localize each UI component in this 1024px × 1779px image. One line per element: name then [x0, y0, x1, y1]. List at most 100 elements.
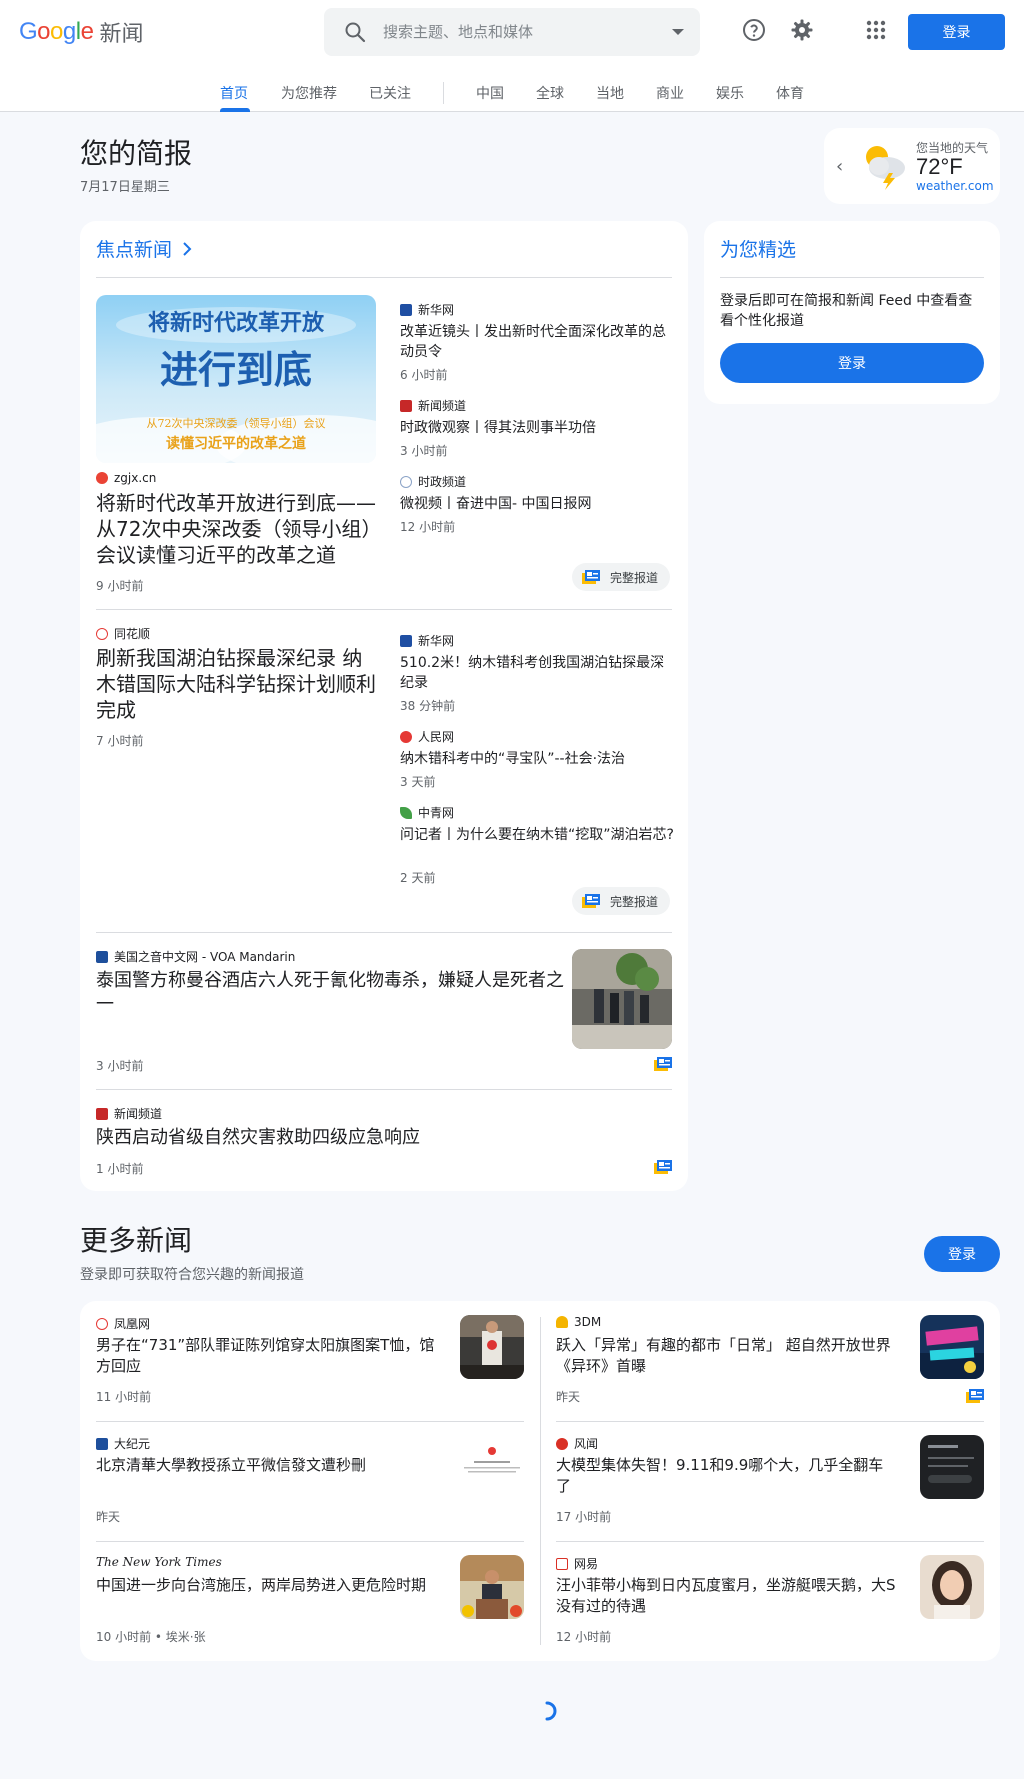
image-text-line-1: 将新时代改革开放	[147, 310, 324, 336]
article-headline[interactable]: 男子在“731”部队罪证陈列馆穿太阳旗图案T恤，馆方回应	[96, 1335, 436, 1377]
divider	[556, 1541, 984, 1542]
image-text-line-4: 读懂习近平的改革之道	[166, 436, 306, 452]
article-headline[interactable]: 跃入「异常」有趣的都市「日常」 超自然开放世界《异环》首曝	[556, 1335, 896, 1377]
zgjx-logo-icon	[96, 472, 108, 484]
tab-local[interactable]: 当地	[596, 83, 624, 103]
weather-source-link[interactable]: weather.com	[916, 179, 994, 193]
article-source[interactable]: 凤凰网	[96, 1315, 150, 1332]
article-headline[interactable]: 510.2米！纳木错科考创我国湖泊钻探最深纪录	[400, 653, 674, 693]
tab-world[interactable]: 全球	[536, 83, 564, 103]
search-input[interactable]	[383, 23, 643, 41]
article-source[interactable]: 大纪元	[96, 1435, 150, 1452]
article-source[interactable]: 人民网	[400, 728, 454, 745]
article-time: 3 小时前	[96, 1059, 144, 1073]
article-headline[interactable]: 将新时代改革开放进行到底——从72次中央深改委（领导小组）会议读懂习近平的改革之…	[96, 490, 378, 568]
full-coverage-icon[interactable]	[654, 1057, 672, 1071]
article-headline[interactable]: 问记者丨为什么要在纳木错“挖取”湖泊岩芯?	[400, 825, 674, 845]
article-source[interactable]: 中青网	[400, 804, 454, 821]
tab-following[interactable]: 已关注	[369, 83, 411, 103]
tab-home[interactable]: 首页	[220, 83, 248, 103]
source-name: 同花顺	[114, 627, 151, 641]
article-headline[interactable]: 陕西启动省级自然灾害救助四级应急响应	[96, 1126, 570, 1150]
tabs-divider	[443, 82, 444, 104]
article-headline[interactable]: 大模型集体失智！9.11和9.9哪个大，几乎全翻车了	[556, 1455, 896, 1497]
header-login-button[interactable]: 登录	[908, 14, 1005, 50]
tab-sports[interactable]: 体育	[776, 83, 804, 103]
apps-grid-icon[interactable]	[864, 18, 888, 42]
article-source[interactable]: 新华网	[400, 301, 454, 318]
article-image-museum[interactable]	[460, 1315, 524, 1379]
search-dropdown-icon[interactable]	[672, 29, 684, 35]
for-you-login-button[interactable]: 登录	[720, 343, 984, 383]
article-image-portrait[interactable]	[920, 1555, 984, 1619]
full-coverage-button[interactable]: 完整报道	[572, 563, 671, 591]
article-image-taiwan[interactable]	[460, 1555, 524, 1619]
netease-logo-icon	[556, 1557, 568, 1570]
news-channel-logo-icon	[400, 399, 412, 412]
ai-chat-graphic	[920, 1435, 984, 1499]
settings-gear-icon[interactable]	[790, 18, 814, 42]
article-time: 2 天前	[400, 871, 436, 885]
article-headline[interactable]: 泰国警方称曼谷酒店六人死于氰化物毒杀，嫌疑人是死者之一	[96, 969, 570, 1017]
top-stories-title: 焦点新闻	[96, 239, 173, 261]
tab-entertainment[interactable]: 娱乐	[716, 83, 744, 103]
article-time: 7 小时前	[96, 734, 144, 748]
article-source[interactable]: 网易	[556, 1555, 598, 1572]
source-name: 时政频道	[418, 475, 467, 489]
article-headline[interactable]: 中国进一步向台湾施压，两岸局势进入更危险时期	[96, 1575, 436, 1596]
article-source[interactable]: 风闻	[556, 1435, 598, 1452]
article-headline[interactable]: 汪小菲带小梅到日内瓦度蜜月，坐游艇喂天鹅，大S没有过的待遇	[556, 1575, 896, 1617]
article-source[interactable]: 美国之音中文网 - VOA Mandarin	[96, 948, 295, 965]
search-icon[interactable]	[343, 20, 367, 44]
weather-widget[interactable]: ‹ 您当地的天气 72°F weather.com	[824, 128, 1000, 204]
weather-sun-cloud-icon	[866, 146, 905, 190]
article-headline[interactable]: 北京清華大學教授孫立平微信發文遭秒刪	[96, 1455, 436, 1476]
weather-temperature: 72°F	[916, 154, 963, 179]
more-news-title: 更多新闻	[80, 1224, 193, 1257]
article-source[interactable]: 时政频道	[400, 473, 466, 490]
article-source[interactable]: 新华网	[400, 632, 454, 649]
article-source[interactable]: 同花顺	[96, 625, 150, 642]
top-stories-heading[interactable]: 焦点新闻	[96, 235, 192, 262]
article-time: 昨天	[96, 1510, 121, 1524]
more-news-login-button[interactable]: 登录	[924, 1236, 1000, 1272]
tab-business[interactable]: 商业	[656, 83, 684, 103]
full-coverage-button[interactable]: 完整报道	[572, 887, 671, 915]
tab-china[interactable]: 中国	[476, 83, 504, 103]
search-box[interactable]	[324, 8, 700, 56]
xinhua-logo-icon	[400, 634, 412, 647]
tab-for-you[interactable]: 为您推荐	[281, 83, 337, 103]
article-image-wechat-post[interactable]	[460, 1435, 524, 1499]
full-coverage-icon[interactable]	[654, 1160, 672, 1174]
help-icon[interactable]	[742, 18, 766, 42]
wechat-post-graphic	[460, 1435, 524, 1499]
divider	[556, 1421, 984, 1422]
divider	[96, 277, 672, 278]
article-source[interactable]: 3DM	[556, 1315, 601, 1329]
3dm-logo-icon	[556, 1316, 568, 1328]
article-headline[interactable]: 刷新我国湖泊钻探最深纪录 纳木错国际大陆科学钻探计划顺利完成	[96, 645, 378, 723]
article-headline[interactable]: 微视频丨奋进中国- 中国日报网	[400, 494, 674, 514]
divider	[720, 277, 984, 278]
article-source[interactable]: 新闻频道	[400, 397, 466, 414]
article-image-game[interactable]	[920, 1315, 984, 1379]
news-channel-logo-icon	[96, 1107, 108, 1120]
article-image-bangkok-hotel[interactable]	[572, 949, 672, 1049]
nyt-logo-wordmark: The New York Times	[96, 1555, 222, 1569]
source-name: 人民网	[418, 730, 455, 744]
article-time: 9 小时前	[96, 579, 144, 593]
article-headline[interactable]: 纳木错科考中的“寻宝队”--社会·法治	[400, 749, 674, 769]
for-you-title[interactable]: 为您精选	[720, 235, 796, 262]
article-image-ai-chat[interactable]	[920, 1435, 984, 1499]
article-source[interactable]: The New York Times	[96, 1555, 222, 1569]
chevron-left-icon[interactable]: ‹	[836, 156, 843, 177]
article-headline[interactable]: 改革近镜头丨发出新时代全面深化改革的总动员令	[400, 322, 674, 362]
google-news-logo[interactable]: Google 新闻	[19, 16, 143, 48]
article-headline[interactable]: 时政微观察丨得其法则事半功倍	[400, 418, 674, 438]
full-coverage-icon[interactable]	[966, 1389, 984, 1403]
article-image-reform[interactable]: 将新时代改革开放 进行到底 从72次中央深改委（领导小组）会议 读懂习近平的改革…	[96, 295, 376, 463]
article-source[interactable]: zgjx.cn	[96, 471, 156, 485]
source-name: 中青网	[418, 806, 455, 820]
source-name: 新闻频道	[114, 1107, 163, 1121]
article-source[interactable]: 新闻频道	[96, 1105, 162, 1122]
